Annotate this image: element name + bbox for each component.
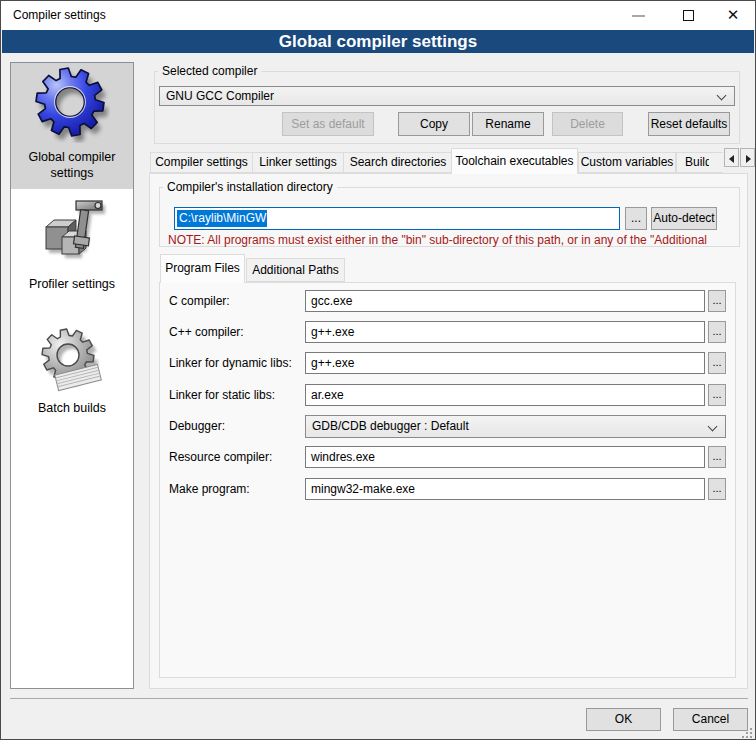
copy-button[interactable]: Copy <box>398 112 470 136</box>
cancel-button[interactable]: Cancel <box>673 708 748 731</box>
note-text: NOTE: All programs must exist either in … <box>168 233 707 247</box>
sidebar-item-profiler-settings[interactable]: Profiler settings <box>11 277 133 291</box>
compiler-select-value: GNU GCC Compiler <box>166 89 274 103</box>
close-button[interactable]: ✕ <box>718 1 748 30</box>
linker-dynamic-label: Linker for dynamic libs: <box>169 352 292 374</box>
installation-directory-input[interactable]: C:\raylib\MinGW <box>174 207 620 230</box>
linker-dynamic-input[interactable]: g++.exe <box>305 352 705 374</box>
toolchain-executables-page: Compiler's installation directory C:\ray… <box>149 173 748 689</box>
directory-value: C:\raylib\MinGW <box>177 210 267 227</box>
subtab-additional-paths[interactable]: Additional Paths <box>246 258 345 282</box>
delete-button[interactable]: Delete <box>552 112 623 136</box>
resource-compiler-input[interactable]: windres.exe <box>305 446 705 468</box>
tab-linker-settings[interactable]: Linker settings <box>252 152 344 173</box>
c-compiler-label: C compiler: <box>169 290 230 312</box>
cpp-compiler-label: C++ compiler: <box>169 321 244 343</box>
ok-button[interactable]: OK <box>586 708 661 731</box>
footer-divider <box>10 698 748 699</box>
tab-compiler-settings[interactable]: Compiler settings <box>150 152 253 173</box>
program-files-page: C compiler: gcc.exe ... C++ compiler: g+… <box>159 282 736 678</box>
sidebar-list: Global compiler settings Profiler settin… <box>10 62 134 689</box>
resource-compiler-label: Resource compiler: <box>169 446 272 468</box>
blue-gear-icon <box>34 67 110 143</box>
resize-grip[interactable] <box>742 728 754 740</box>
minimize-icon <box>632 15 645 17</box>
make-program-input[interactable]: mingw32-make.exe <box>305 478 705 500</box>
cpp-compiler-browse-button[interactable]: ... <box>708 321 726 343</box>
tab-scroll-right-button[interactable] <box>740 148 755 167</box>
selected-compiler-group: Selected compiler GNU GCC Compiler Set a… <box>154 71 740 144</box>
debugger-select[interactable]: GDB/CDB debugger : Default <box>305 415 726 438</box>
profiler-icon <box>36 193 108 265</box>
batch-builds-icon <box>36 325 108 397</box>
make-program-browse-button[interactable]: ... <box>708 478 726 500</box>
right-arrow-icon <box>746 155 751 163</box>
chevron-down-icon <box>708 422 718 432</box>
title-bar: Compiler settings ✕ <box>1 1 755 30</box>
linker-static-input[interactable]: ar.exe <box>305 384 705 406</box>
set-as-default-button[interactable]: Set as default <box>282 112 374 136</box>
minimize-button[interactable] <box>623 1 653 30</box>
maximize-icon <box>683 10 694 21</box>
maximize-button[interactable] <box>673 1 703 30</box>
c-compiler-browse-button[interactable]: ... <box>708 290 726 312</box>
compiler-select[interactable]: GNU GCC Compiler <box>159 86 735 106</box>
close-icon: ✕ <box>727 6 740 24</box>
installation-directory-label: Compiler's installation directory <box>163 180 337 194</box>
reset-defaults-button[interactable]: Reset defaults <box>648 112 730 136</box>
tab-scroll-left-button[interactable] <box>724 148 739 167</box>
selected-compiler-label: Selected compiler <box>158 64 261 78</box>
auto-detect-button[interactable]: Auto-detect <box>651 207 717 230</box>
linker-dynamic-browse-button[interactable]: ... <box>708 352 726 374</box>
sidebar-item-label: Global compiler settings <box>11 149 133 181</box>
left-arrow-icon <box>729 155 734 163</box>
linker-static-label: Linker for static libs: <box>169 384 275 406</box>
cpp-compiler-input[interactable]: g++.exe <box>305 321 705 343</box>
subtab-program-files[interactable]: Program Files <box>160 254 245 283</box>
debugger-label: Debugger: <box>169 415 225 437</box>
c-compiler-input[interactable]: gcc.exe <box>305 290 705 312</box>
debugger-select-value: GDB/CDB debugger : Default <box>312 419 469 433</box>
sidebar-item-batch-builds[interactable]: Batch builds <box>11 401 133 415</box>
linker-static-browse-button[interactable]: ... <box>708 384 726 406</box>
tab-build-options[interactable]: Build options <box>676 152 723 173</box>
resource-compiler-browse-button[interactable]: ... <box>708 446 726 468</box>
compiler-settings-dialog: Compiler settings ✕ Global compiler sett… <box>0 0 756 740</box>
tab-toolchain-executables[interactable]: Toolchain executables <box>451 148 578 174</box>
tab-custom-variables[interactable]: Custom variables <box>578 152 676 173</box>
rename-button[interactable]: Rename <box>472 112 544 136</box>
directory-browse-button[interactable]: ... <box>625 207 647 230</box>
dialog-header: Global compiler settings <box>2 30 754 53</box>
tab-build-options-label: Build options <box>685 153 709 172</box>
make-program-label: Make program: <box>169 478 250 500</box>
tab-search-directories[interactable]: Search directories <box>343 152 453 173</box>
chevron-down-icon <box>717 91 727 101</box>
window-title: Compiler settings <box>13 1 106 30</box>
